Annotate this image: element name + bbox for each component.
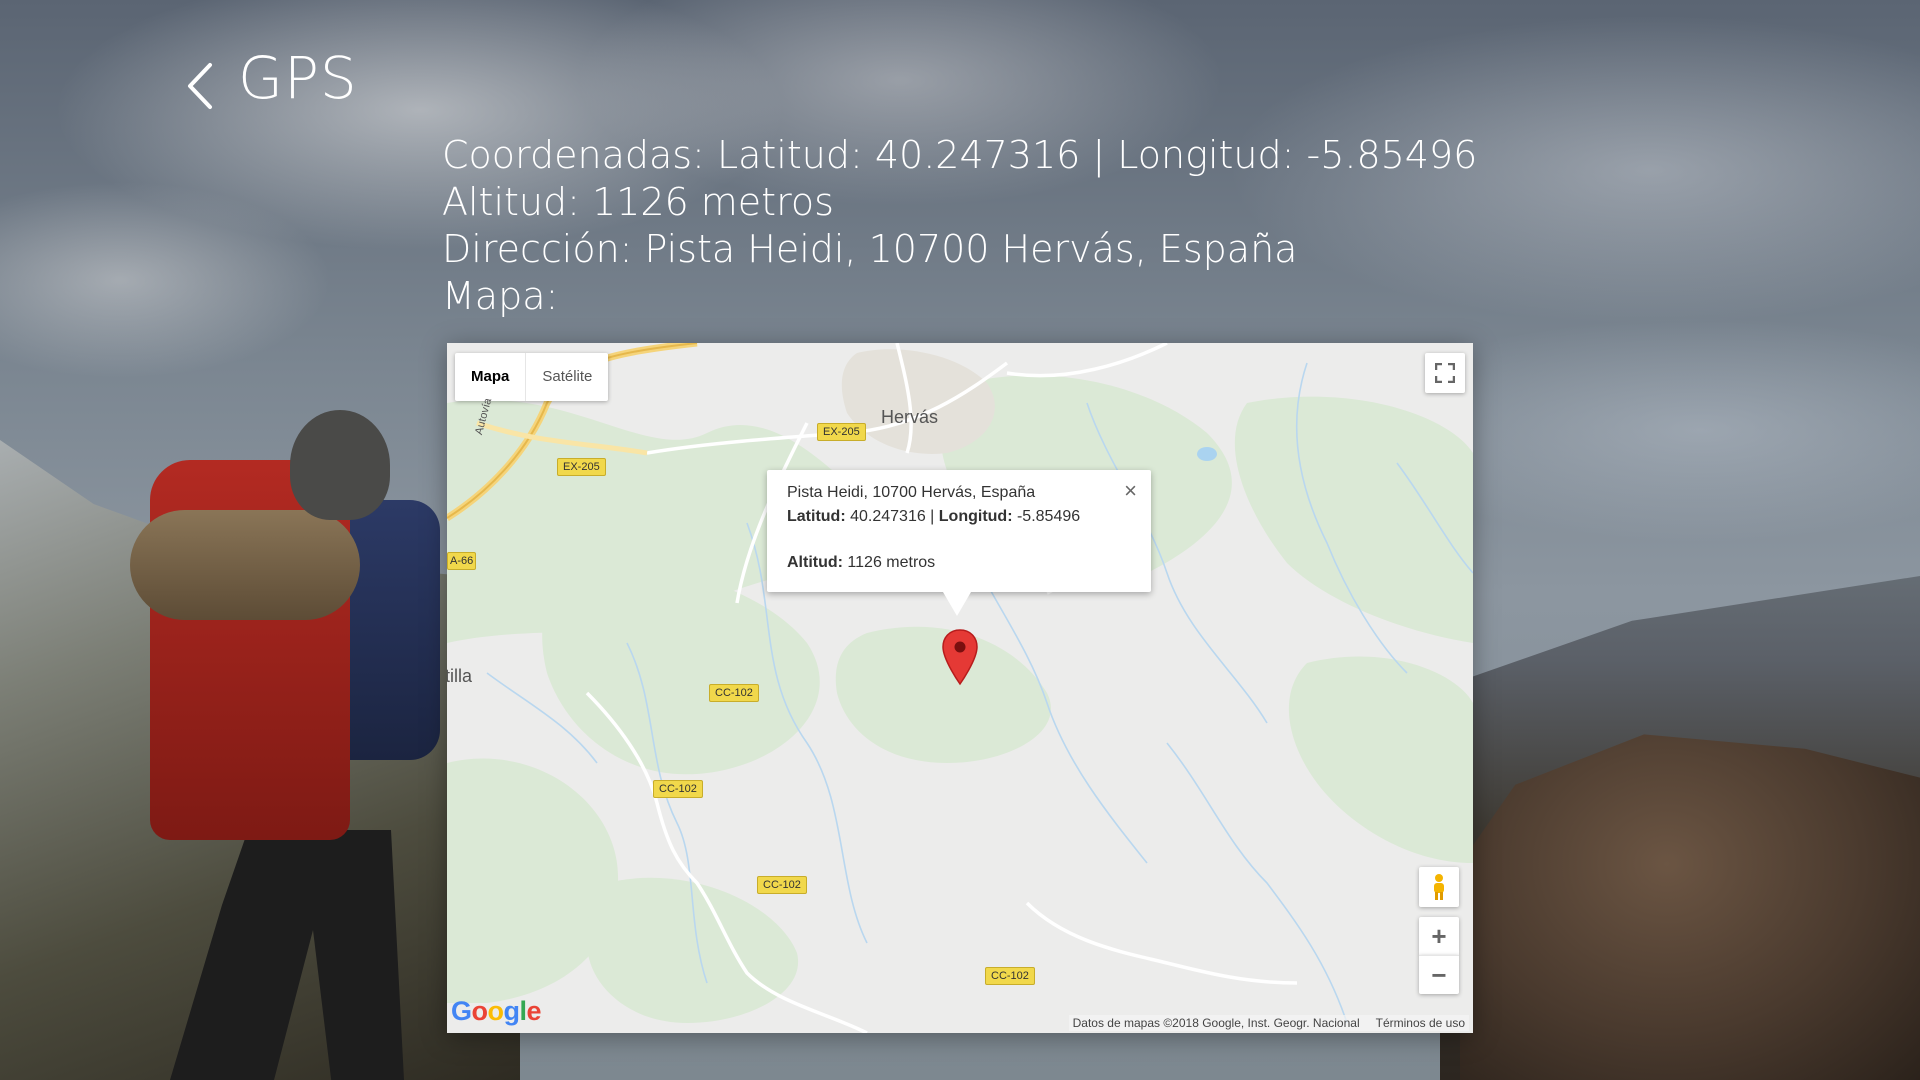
map-view[interactable]: Mapa Satélite Hervás tilla Autovía EX-20… bbox=[447, 343, 1473, 1033]
road-label-cc102: CC-102 bbox=[757, 876, 807, 894]
zoom-out-button[interactable]: − bbox=[1419, 955, 1459, 994]
pegman-icon bbox=[1434, 874, 1444, 900]
infowindow-close-button[interactable]: × bbox=[1124, 480, 1137, 502]
attribution-text: Datos de mapas ©2018 Google, Inst. Geogr… bbox=[1072, 1016, 1360, 1030]
road-label-ex205: EX-205 bbox=[557, 458, 606, 476]
map-infowindow: Pista Heidi, 10700 Hervás, España Latitu… bbox=[767, 470, 1151, 616]
road-label-cc102: CC-102 bbox=[985, 967, 1035, 985]
infowindow-altitude: Altitud: 1126 metros bbox=[787, 554, 935, 572]
gps-info: Coordenadas: Latitud: 40.247316 | Longit… bbox=[442, 132, 1477, 320]
altitude-text: Altitud: 1126 metros bbox=[442, 180, 834, 224]
hiker-head bbox=[290, 410, 390, 520]
coordinates-text: Coordenadas: Latitud: 40.247316 | Longit… bbox=[442, 133, 1478, 177]
town-label-hervas: Hervás bbox=[881, 407, 939, 427]
zoom-in-button[interactable]: + bbox=[1419, 917, 1459, 955]
back-button[interactable] bbox=[176, 58, 224, 114]
infowindow-lon-value: -5.85496 bbox=[1012, 508, 1081, 525]
map-type-satellite-button[interactable]: Satélite bbox=[526, 353, 608, 401]
map-type-map-button[interactable]: Mapa bbox=[455, 353, 527, 401]
infowindow-coordinates: Latitud: 40.247316 | Longitud: -5.85496 bbox=[787, 508, 1080, 526]
town-label-partial: tilla bbox=[447, 666, 473, 686]
hiker-sleeping-roll bbox=[130, 510, 360, 620]
road-label-cc102: CC-102 bbox=[709, 684, 759, 702]
infowindow-address: Pista Heidi, 10700 Hervás, España bbox=[787, 484, 1036, 501]
infowindow-lat-value: 40.247316 | bbox=[845, 508, 939, 525]
road-label-cc102: CC-102 bbox=[653, 780, 703, 798]
road-label-a66: A-66 bbox=[447, 552, 477, 570]
terms-of-use-link[interactable]: Términos de uso bbox=[1376, 1016, 1465, 1030]
infowindow-alt-value: 1126 metros bbox=[842, 554, 936, 571]
street-view-button[interactable] bbox=[1419, 867, 1459, 907]
road-label-ex205: EX-205 bbox=[817, 423, 866, 441]
background-hiker bbox=[130, 410, 450, 1080]
chevron-left-icon bbox=[188, 63, 212, 109]
fullscreen-icon bbox=[1435, 363, 1455, 383]
infowindow-lat-label: Latitud: bbox=[787, 508, 846, 525]
infowindow-alt-label: Altitud: bbox=[787, 554, 843, 571]
address-text: Dirección: Pista Heidi, 10700 Hervás, Es… bbox=[442, 227, 1298, 271]
page-title: GPS bbox=[238, 44, 358, 112]
map-terrain bbox=[447, 343, 1473, 1033]
map-label: Mapa: bbox=[442, 274, 559, 318]
map-attribution: Datos de mapas ©2018 Google, Inst. Geogr… bbox=[1068, 1015, 1469, 1031]
fullscreen-button[interactable] bbox=[1425, 353, 1465, 393]
infowindow-lon-label: Longitud: bbox=[938, 508, 1013, 525]
map-marker-icon[interactable] bbox=[941, 628, 979, 686]
google-logo: Google bbox=[451, 996, 542, 1026]
hiker-legs bbox=[170, 830, 404, 1080]
map-type-control: Mapa Satélite bbox=[455, 353, 609, 401]
